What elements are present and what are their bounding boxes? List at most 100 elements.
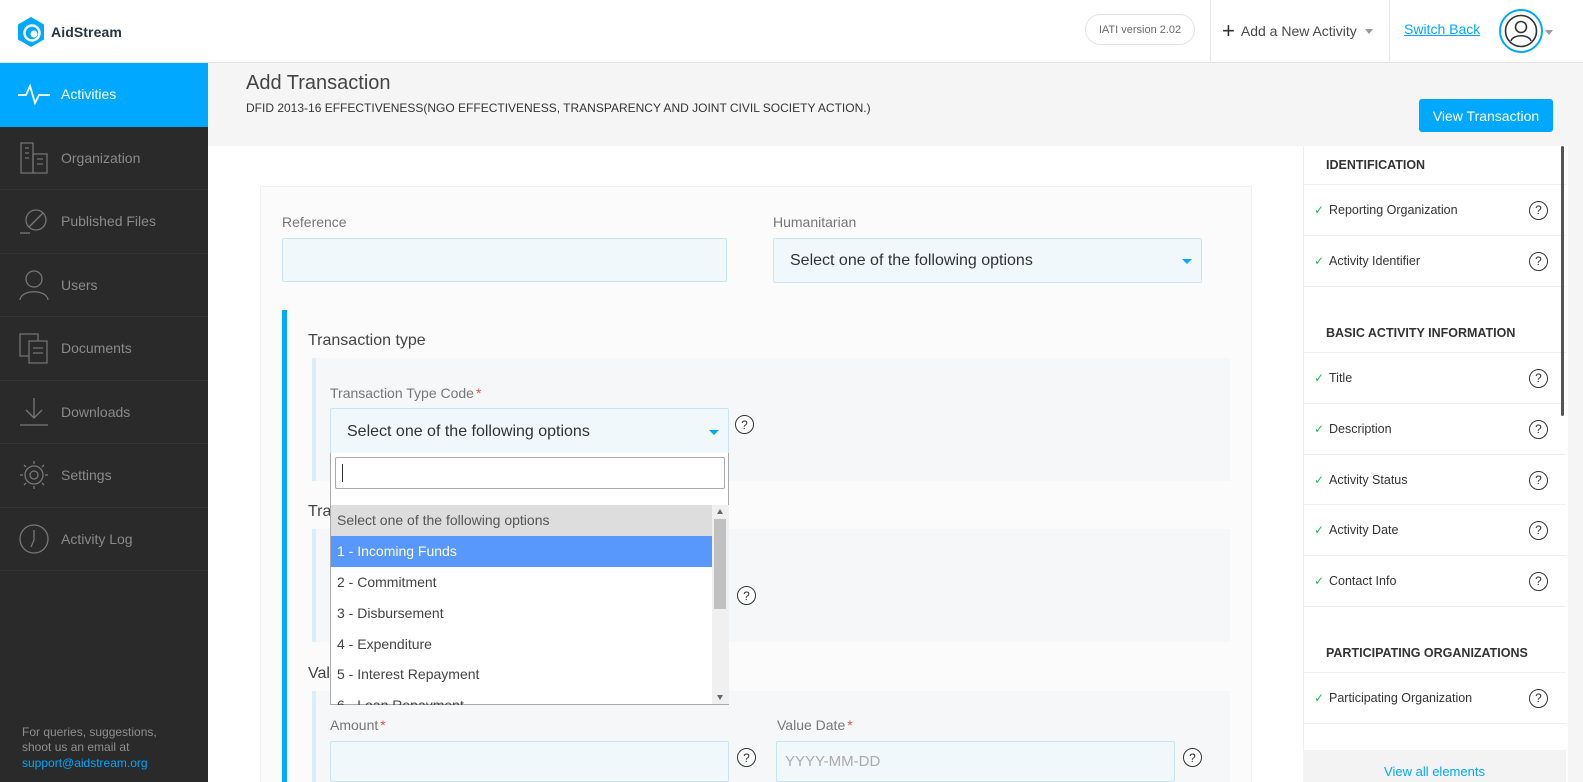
humanitarian-select[interactable]: Select one of the following options bbox=[773, 238, 1202, 283]
help-icon[interactable]: ? bbox=[735, 415, 754, 434]
help-icon[interactable]: ? bbox=[1529, 419, 1548, 439]
check-icon: ✓ bbox=[1314, 203, 1325, 217]
transaction-type-title: Transaction type bbox=[308, 332, 426, 349]
sidebar: Activities Organization Published Files … bbox=[0, 63, 208, 782]
sidebar-item-users[interactable]: Users bbox=[0, 254, 208, 317]
add-new-activity-button[interactable]: + Add a New Activity bbox=[1222, 18, 1373, 44]
support-line-1: For queries, suggestions, bbox=[22, 724, 157, 739]
transaction-type-code-label-text: Transaction Type Code bbox=[330, 385, 474, 401]
value-date-input[interactable]: YYYY-MM-DD bbox=[776, 741, 1175, 782]
check-icon: ✓ bbox=[1314, 422, 1325, 436]
reference-label: Reference bbox=[282, 214, 347, 230]
nav-activity-identifier[interactable]: ✓ Activity Identifier ? bbox=[1304, 235, 1566, 286]
help-icon[interactable]: ? bbox=[1529, 200, 1548, 220]
sidebar-item-published-files[interactable]: Published Files bbox=[0, 190, 208, 254]
section-heading-basic-info: BASIC ACTIVITY INFORMATION bbox=[1326, 326, 1516, 340]
page-title: Add Transaction bbox=[246, 72, 391, 94]
nav-reporting-organization[interactable]: ✓ Reporting Organization ? bbox=[1304, 184, 1566, 235]
sidebar-item-label: Settings bbox=[61, 467, 112, 484]
view-transaction-button[interactable]: View Transaction bbox=[1419, 99, 1553, 132]
dropdown-option[interactable]: Select one of the following options bbox=[331, 505, 712, 536]
top-header: AidStream IATI version 2.02 + Add a New … bbox=[0, 0, 1583, 63]
chevron-down-icon[interactable] bbox=[1545, 30, 1553, 35]
help-icon[interactable]: ? bbox=[1529, 688, 1548, 708]
scroll-up-arrow-icon[interactable] bbox=[717, 509, 723, 514]
help-icon[interactable]: ? bbox=[737, 586, 756, 605]
avatar[interactable] bbox=[1499, 9, 1543, 53]
nav-item-label: Participating Organization bbox=[1329, 691, 1473, 705]
nav-item-label: Title bbox=[1329, 371, 1353, 385]
nav-title[interactable]: ✓ Title ? bbox=[1304, 352, 1566, 403]
no-file-icon bbox=[17, 204, 51, 238]
humanitarian-label: Humanitarian bbox=[773, 214, 857, 230]
add-new-activity-label: Add a New Activity bbox=[1240, 23, 1357, 39]
divider bbox=[1304, 606, 1566, 607]
dropdown-search-input[interactable] bbox=[335, 457, 725, 489]
clock-icon bbox=[17, 522, 51, 556]
nav-participating-organization[interactable]: ✓ Participating Organization ? bbox=[1304, 672, 1566, 723]
dropdown-option[interactable]: 2 - Commitment bbox=[331, 567, 712, 598]
header-divider bbox=[1389, 0, 1390, 63]
download-icon bbox=[17, 395, 51, 429]
amount-label-text: Amount bbox=[330, 717, 379, 733]
support-email-link[interactable]: support@aidstream.org bbox=[22, 756, 157, 772]
nav-item-label: Activity Identifier bbox=[1329, 254, 1421, 268]
sidebar-item-activities[interactable]: Activities bbox=[0, 63, 208, 127]
amount-label: Amount * bbox=[330, 717, 386, 733]
sidebar-item-downloads[interactable]: Downloads bbox=[0, 381, 208, 444]
dropdown-option[interactable]: 4 - Expenditure bbox=[331, 628, 712, 659]
pulse-icon bbox=[17, 77, 51, 111]
sidebar-item-label: Documents bbox=[61, 340, 132, 357]
sidebar-item-label: Users bbox=[61, 276, 98, 293]
scroll-down-arrow-icon[interactable] bbox=[717, 695, 723, 700]
dropdown-option[interactable]: 3 - Disbursement bbox=[331, 597, 712, 628]
nav-item-label: Description bbox=[1329, 422, 1392, 436]
transaction-type-code-select[interactable]: Select one of the following options bbox=[330, 408, 729, 454]
check-icon: ✓ bbox=[1314, 254, 1325, 268]
amount-input[interactable] bbox=[330, 741, 729, 782]
value-date-label-text: Value Date bbox=[777, 717, 846, 733]
help-icon[interactable]: ? bbox=[737, 748, 756, 767]
help-icon[interactable]: ? bbox=[1529, 470, 1548, 490]
header-divider bbox=[1210, 0, 1211, 63]
section-heading-participating-orgs: PARTICIPATING ORGANIZATIONS bbox=[1326, 646, 1528, 660]
nav-description[interactable]: ✓ Description ? bbox=[1304, 403, 1566, 454]
help-icon[interactable]: ? bbox=[1529, 571, 1548, 591]
reference-input[interactable] bbox=[282, 238, 727, 282]
sidebar-support-text: For queries, suggestions, shoot us an em… bbox=[22, 725, 157, 772]
scrollbar-thumb[interactable] bbox=[714, 519, 726, 609]
sidebar-item-documents[interactable]: Documents bbox=[0, 317, 208, 381]
nav-contact-info[interactable]: ✓ Contact Info ? bbox=[1304, 555, 1566, 606]
value-date-label: Value Date * bbox=[777, 717, 853, 733]
nav-activity-date[interactable]: ✓ Activity Date ? bbox=[1304, 504, 1566, 555]
switch-back-link[interactable]: Switch Back bbox=[1404, 21, 1480, 37]
building-icon bbox=[17, 141, 51, 175]
dropdown-options-list: Select one of the following options 1 - … bbox=[331, 505, 712, 705]
nav-activity-status[interactable]: ✓ Activity Status ? bbox=[1304, 454, 1566, 505]
chevron-down-icon bbox=[1364, 28, 1373, 34]
dropdown-option-highlighted[interactable]: 1 - Incoming Funds bbox=[331, 535, 712, 567]
sidebar-item-settings[interactable]: Settings bbox=[0, 444, 208, 508]
dropdown-option[interactable]: 6 - Loan Repayment bbox=[331, 690, 712, 705]
user-icon bbox=[17, 268, 51, 302]
navigator-scrollbar[interactable] bbox=[1561, 146, 1564, 416]
chevron-down-icon bbox=[1182, 258, 1192, 264]
nav-item-label: Activity Status bbox=[1329, 473, 1408, 487]
sidebar-item-activity-log[interactable]: Activity Log bbox=[0, 508, 208, 571]
dropdown-scrollbar[interactable] bbox=[712, 505, 729, 704]
help-icon[interactable]: ? bbox=[1529, 251, 1548, 271]
view-all-elements-link[interactable]: View all elements bbox=[1303, 764, 1566, 779]
check-icon: ✓ bbox=[1314, 473, 1325, 487]
sidebar-item-organization[interactable]: Organization bbox=[0, 127, 208, 190]
logo[interactable]: AidStream bbox=[15, 16, 122, 48]
required-marker: * bbox=[475, 385, 482, 401]
value-section-title-partial: Val bbox=[308, 665, 330, 682]
help-icon[interactable]: ? bbox=[1529, 368, 1548, 388]
help-icon[interactable]: ? bbox=[1183, 748, 1202, 767]
nav-item-label: Contact Info bbox=[1329, 574, 1397, 588]
dropdown-option[interactable]: 5 - Interest Repayment bbox=[331, 659, 712, 690]
help-icon[interactable]: ? bbox=[1529, 520, 1548, 540]
required-marker: * bbox=[847, 717, 853, 733]
chevron-down-icon bbox=[709, 429, 719, 435]
element-navigator: IDENTIFICATION ✓ Reporting Organization … bbox=[1303, 146, 1568, 782]
